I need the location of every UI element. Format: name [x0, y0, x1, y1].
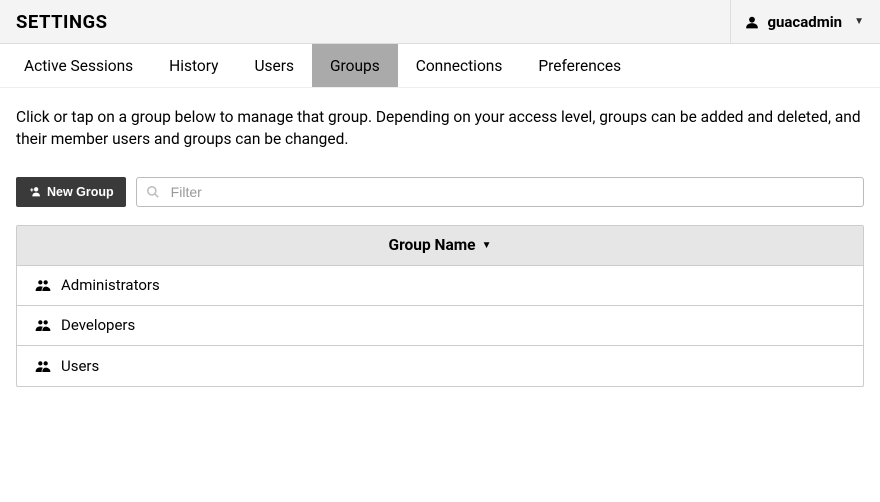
toolbar: New Group [16, 177, 864, 207]
table-row[interactable]: Users [17, 346, 863, 386]
column-header-label: Group Name [389, 236, 476, 254]
group-name-label: Users [61, 357, 99, 375]
group-icon [35, 359, 51, 373]
header-bar: SETTINGS guacadmin ▼ [0, 0, 880, 44]
page-title: SETTINGS [0, 11, 108, 33]
table-row[interactable]: Developers [17, 306, 863, 346]
username-label: guacadmin [767, 13, 842, 31]
tab-active-sessions[interactable]: Active Sessions [6, 44, 151, 87]
group-icon [35, 318, 51, 332]
tab-groups[interactable]: Groups [312, 44, 398, 87]
search-icon [146, 185, 160, 199]
new-group-button[interactable]: New Group [16, 177, 126, 207]
filter-input[interactable] [136, 177, 864, 207]
tab-connections[interactable]: Connections [398, 44, 521, 87]
tab-users[interactable]: Users [236, 44, 312, 87]
group-icon [35, 278, 51, 292]
tab-history[interactable]: History [151, 44, 236, 87]
page-description: Click or tap on a group below to manage … [16, 106, 864, 151]
settings-tabs: Active SessionsHistoryUsersGroupsConnect… [0, 44, 880, 88]
column-header-group-name[interactable]: Group Name ▼ [17, 226, 863, 266]
new-group-label: New Group [47, 185, 114, 199]
user-icon [745, 15, 759, 29]
sort-desc-icon: ▼ [482, 240, 492, 251]
chevron-down-icon: ▼ [854, 16, 864, 27]
groups-table: Group Name ▼ Administrators Developers Use… [16, 225, 864, 387]
user-menu[interactable]: guacadmin ▼ [730, 0, 880, 43]
table-row[interactable]: Administrators [17, 266, 863, 306]
filter-wrap [136, 177, 864, 207]
group-name-label: Developers [61, 316, 135, 334]
add-group-icon [28, 185, 41, 198]
tab-preferences[interactable]: Preferences [520, 44, 639, 87]
content-area: Click or tap on a group below to manage … [0, 88, 880, 405]
group-name-label: Administrators [61, 276, 160, 294]
